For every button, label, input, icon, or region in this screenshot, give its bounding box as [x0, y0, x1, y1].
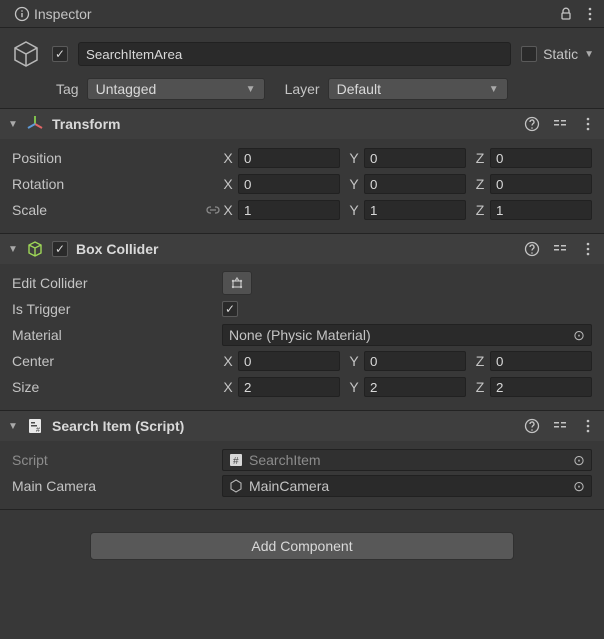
box-collider-enabled-checkbox[interactable]: [52, 241, 68, 257]
is-trigger-checkbox[interactable]: [222, 301, 238, 317]
static-dropdown-icon[interactable]: ▼: [584, 49, 594, 60]
box-collider-icon: [26, 240, 44, 258]
position-label: Position: [12, 150, 222, 166]
foldout-icon: ▼: [8, 244, 18, 255]
static-label: Static: [543, 46, 578, 62]
foldout-icon: ▼: [8, 119, 18, 130]
info-icon: [14, 6, 30, 22]
tag-dropdown[interactable]: Untagged ▼: [87, 78, 265, 100]
preset-icon[interactable]: [552, 116, 568, 132]
inspector-title: Inspector: [34, 6, 550, 22]
object-picker-icon[interactable]: ⊙: [571, 478, 587, 495]
add-component-label: Add Component: [251, 538, 352, 554]
transform-title: Transform: [52, 116, 516, 132]
position-z-input[interactable]: [490, 148, 592, 168]
kebab-icon[interactable]: [582, 6, 598, 22]
scale-x-input[interactable]: [238, 200, 340, 220]
size-x-input[interactable]: [238, 377, 340, 397]
is-trigger-label: Is Trigger: [12, 301, 222, 317]
script-icon: #: [26, 417, 44, 435]
kebab-icon[interactable]: [580, 116, 596, 132]
axis-x-label: X: [222, 150, 234, 166]
axis-z-label: Z: [474, 150, 486, 166]
size-label: Size: [12, 379, 222, 395]
rotation-x-input[interactable]: [238, 174, 340, 194]
preset-icon[interactable]: [552, 241, 568, 257]
script-title: Search Item (Script): [52, 418, 516, 434]
lock-icon[interactable]: [558, 6, 574, 22]
position-y-input[interactable]: [364, 148, 466, 168]
center-label: Center: [12, 353, 222, 369]
gameobject-icon[interactable]: [10, 38, 42, 70]
box-collider-header[interactable]: ▼ Box Collider: [0, 234, 604, 264]
preset-icon[interactable]: [552, 418, 568, 434]
chevron-down-icon: ▼: [489, 84, 499, 95]
gameobject-active-checkbox[interactable]: [52, 46, 68, 62]
add-component-button[interactable]: Add Component: [90, 532, 514, 560]
center-z-input[interactable]: [490, 351, 592, 371]
chevron-down-icon: ▼: [246, 84, 256, 95]
object-picker-icon: ⊙: [571, 452, 587, 469]
tag-label: Tag: [56, 81, 79, 97]
transform-header[interactable]: ▼ Transform: [0, 109, 604, 139]
layer-value: Default: [337, 81, 381, 97]
box-collider-component: ▼ Box Collider Edit Collider Is Trigger …: [0, 233, 604, 410]
search-item-script-component: ▼ # Search Item (Script) Script # Search…: [0, 410, 604, 509]
rotation-z-input[interactable]: [490, 174, 592, 194]
center-x-input[interactable]: [238, 351, 340, 371]
scale-z-input[interactable]: [490, 200, 592, 220]
edit-collider-label: Edit Collider: [12, 275, 222, 291]
inspector-titlebar: Inspector: [0, 0, 604, 28]
center-y-input[interactable]: [364, 351, 466, 371]
help-icon[interactable]: [524, 116, 540, 132]
constrain-proportions-icon[interactable]: [204, 202, 222, 218]
tag-value: Untagged: [96, 81, 157, 97]
static-checkbox[interactable]: [521, 46, 537, 62]
position-x-input[interactable]: [238, 148, 340, 168]
object-picker-icon[interactable]: ⊙: [571, 327, 587, 344]
main-camera-value: MainCamera: [249, 478, 565, 494]
help-icon[interactable]: [524, 241, 540, 257]
material-field[interactable]: None (Physic Material) ⊙: [222, 324, 592, 346]
transform-component: ▼ Transform Position X Y Z Rotation X Y …: [0, 108, 604, 233]
layer-dropdown[interactable]: Default ▼: [328, 78, 508, 100]
script-header[interactable]: ▼ # Search Item (Script): [0, 411, 604, 441]
svg-text:#: #: [36, 427, 40, 434]
box-collider-title: Box Collider: [76, 241, 516, 257]
foldout-icon: ▼: [8, 421, 18, 432]
gameobject-name-input[interactable]: [78, 42, 511, 66]
script-field: # SearchItem ⊙: [222, 449, 592, 471]
svg-text:#: #: [233, 456, 239, 467]
size-z-input[interactable]: [490, 377, 592, 397]
gameobject-header: Static ▼ Tag Untagged ▼ Layer Default ▼: [0, 28, 604, 108]
gameobject-ref-icon: [229, 479, 243, 493]
scale-label: Scale: [12, 202, 198, 218]
script-value: SearchItem: [249, 452, 565, 468]
axis-y-label: Y: [348, 150, 360, 166]
rotation-y-input[interactable]: [364, 174, 466, 194]
transform-icon: [26, 115, 44, 133]
edit-collider-button[interactable]: [222, 271, 252, 295]
script-field-label: Script: [12, 452, 222, 468]
size-y-input[interactable]: [364, 377, 466, 397]
help-icon[interactable]: [524, 418, 540, 434]
main-camera-label: Main Camera: [12, 478, 222, 494]
script-asset-icon: #: [229, 453, 243, 467]
kebab-icon[interactable]: [580, 241, 596, 257]
scale-y-input[interactable]: [364, 200, 466, 220]
material-label: Material: [12, 327, 222, 343]
main-camera-field[interactable]: MainCamera ⊙: [222, 475, 592, 497]
layer-label: Layer: [285, 81, 320, 97]
kebab-icon[interactable]: [580, 418, 596, 434]
rotation-label: Rotation: [12, 176, 222, 192]
material-value: None (Physic Material): [229, 327, 565, 343]
